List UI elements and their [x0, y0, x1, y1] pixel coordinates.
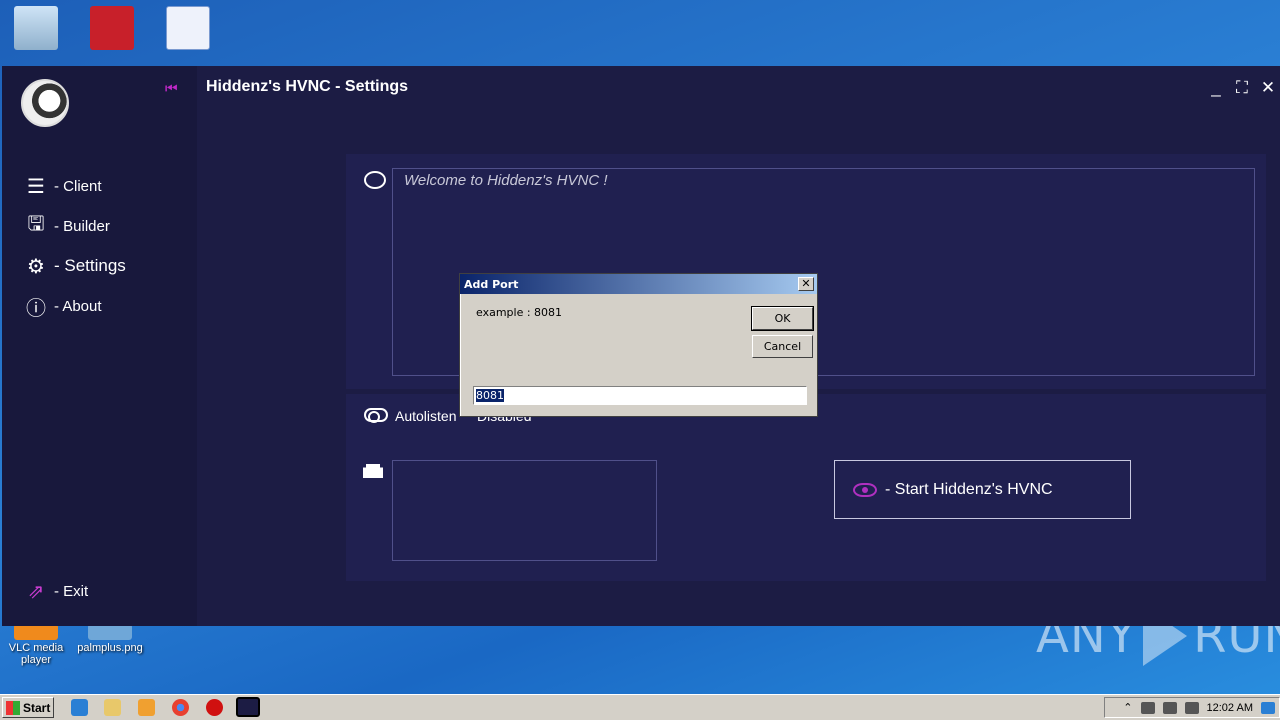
- start-hvnc-button[interactable]: - Start Hiddenz's HVNC: [834, 460, 1131, 519]
- vlc-label: VLC media player: [8, 642, 64, 666]
- exit-button[interactable]: ⇗ - Exit: [24, 579, 89, 603]
- desktop-icon-recycle-bin[interactable]: [0, 6, 72, 52]
- external-link-icon: ⇗: [27, 580, 45, 603]
- start-label: Start: [23, 700, 51, 715]
- info-icon: ⓘ: [26, 297, 46, 320]
- acrobat-icon: [90, 6, 134, 50]
- sidebar-item-label: - Builder: [54, 217, 110, 235]
- sidebar: ⏮ ☰ - Client 🖫 - Builder ⚙ - Settings ⓘ …: [2, 66, 197, 626]
- dialog-message: example : 8081: [476, 306, 563, 319]
- ok-button[interactable]: OK: [751, 306, 814, 331]
- windows-logo-icon: [6, 700, 20, 715]
- start-hvnc-label: - Start Hiddenz's HVNC: [885, 480, 1053, 498]
- sidebar-item-label: - Settings: [54, 256, 126, 275]
- chrome-icon[interactable]: [172, 699, 189, 716]
- exit-label: - Exit: [54, 582, 89, 600]
- gears-icon: ⚙: [27, 255, 45, 278]
- media-player-icon[interactable]: [138, 699, 155, 716]
- autolisten-label: Autolisten: [395, 408, 457, 424]
- autolisten-toggle-icon[interactable]: [364, 408, 388, 423]
- avatar: [21, 79, 69, 127]
- hvnc-taskbar-icon[interactable]: [236, 697, 260, 717]
- palmplus-label: palmplus.png: [77, 642, 143, 654]
- save-icon: 🖫: [27, 213, 45, 235]
- tray-expand-icon[interactable]: ⌃: [1123, 701, 1132, 714]
- recycle-bin-icon: [14, 6, 58, 50]
- window-title: Hiddenz's HVNC - Settings: [206, 78, 409, 95]
- vlc-icon: [14, 624, 58, 640]
- ethernet-port-icon: [363, 464, 383, 478]
- sidebar-item-about[interactable]: ⓘ - About: [24, 294, 102, 320]
- system-tray: ⌃ 12:02 AM: [1104, 697, 1280, 718]
- show-desktop-icon[interactable]: [1261, 701, 1275, 714]
- desktop-icon-acrobat[interactable]: [76, 6, 148, 52]
- desktop-icon-palmplus[interactable]: palmplus.png: [74, 624, 146, 654]
- desktop-icon-vlc[interactable]: VLC media player: [0, 624, 72, 666]
- taskbar: Start ⌃ 12:02 AM: [0, 694, 1280, 720]
- image-file-icon: [88, 624, 132, 640]
- start-button[interactable]: Start: [2, 697, 54, 718]
- sidebar-item-client[interactable]: ☰ - Client: [24, 174, 102, 198]
- ie-icon[interactable]: [71, 699, 88, 716]
- log-text: Welcome to Hiddenz's HVNC !: [404, 172, 608, 189]
- explorer-icon[interactable]: [104, 699, 121, 716]
- clock[interactable]: 12:02 AM: [1207, 702, 1253, 714]
- port-input[interactable]: 8081: [473, 386, 807, 405]
- port-list[interactable]: [392, 460, 657, 561]
- desktop-icon-word-doc[interactable]: [152, 6, 224, 52]
- window-controls: _ ⛶ ✕: [1208, 78, 1276, 98]
- collapse-sidebar-icon[interactable]: ⏮: [165, 81, 179, 95]
- sidebar-item-settings[interactable]: ⚙ - Settings: [24, 254, 126, 278]
- dialog-close-button[interactable]: ✕: [798, 277, 814, 291]
- cancel-button[interactable]: Cancel: [752, 335, 813, 358]
- sidebar-item-label: - About: [54, 297, 102, 315]
- opera-icon[interactable]: [206, 699, 223, 716]
- network-icon[interactable]: [1162, 701, 1177, 714]
- dialog-titlebar[interactable]: Add Port ✕: [460, 274, 817, 294]
- close-icon[interactable]: ✕: [1260, 78, 1276, 98]
- sidebar-item-label: - Client: [54, 177, 102, 195]
- volume-icon[interactable]: [1140, 701, 1155, 714]
- word-doc-icon: [166, 6, 210, 50]
- dialog-title: Add Port: [464, 277, 519, 291]
- action-center-flag-icon[interactable]: [1184, 701, 1199, 714]
- sidebar-item-builder[interactable]: 🖫 - Builder: [24, 213, 110, 238]
- minimize-icon[interactable]: _: [1208, 78, 1224, 98]
- port-input-value: 8081: [476, 389, 504, 402]
- chat-icon: [364, 171, 386, 189]
- add-port-dialog: Add Port ✕ example : 8081 OK Cancel 8081: [459, 273, 818, 417]
- list-icon: ☰: [27, 175, 45, 198]
- eye-icon: [853, 482, 877, 497]
- maximize-icon[interactable]: ⛶: [1234, 78, 1250, 98]
